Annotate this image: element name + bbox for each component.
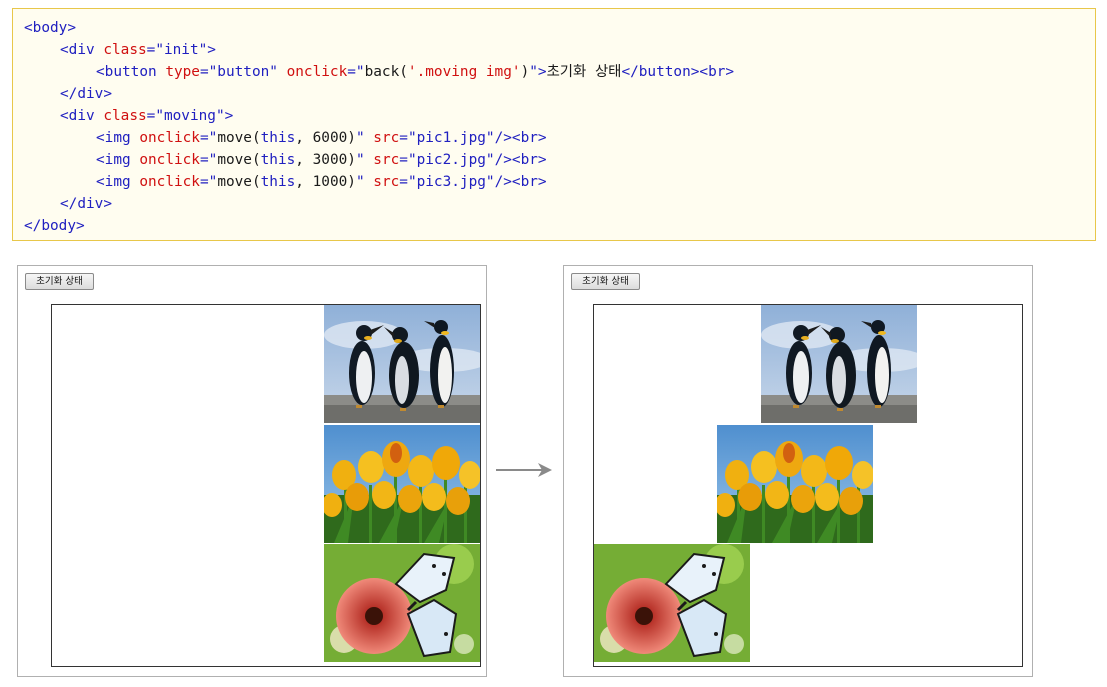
code-token: ">: [215, 108, 234, 124]
code-token: =": [146, 108, 164, 124]
code-token: =": [146, 42, 164, 58]
code-token: onclick: [286, 64, 348, 80]
code-token: <div: [60, 108, 104, 124]
code-token: </button><br>: [621, 64, 735, 80]
code-token: <div: [60, 42, 104, 58]
code-token: this: [260, 152, 296, 168]
browser-before: 초기화 상태: [17, 265, 487, 677]
code-line: <img onclick="move(this, 3000)" src="pic…: [96, 149, 547, 171]
code-line: </div>: [60, 193, 112, 215]
code-token: '.moving img': [407, 64, 521, 80]
code-token: move(: [217, 152, 261, 168]
code-token: "/><br>: [485, 174, 547, 190]
code-token: class: [103, 108, 147, 124]
code-token: back(: [364, 64, 408, 80]
right-arrow-icon: [496, 463, 552, 477]
code-line: <img onclick="move(this, 1000)" src="pic…: [96, 171, 547, 193]
code-token: =": [199, 152, 218, 168]
code-token: pic2.jpg: [416, 152, 486, 168]
code-token: =": [399, 130, 417, 146]
code-token: onclick: [139, 174, 200, 190]
code-token: "/><br>: [485, 152, 547, 168]
tulips-image[interactable]: [324, 425, 480, 543]
butterfly-image[interactable]: [594, 544, 750, 662]
butterfly-image[interactable]: [324, 544, 480, 662]
code-token: button: [217, 64, 270, 80]
code-line: <div class="moving">: [60, 105, 233, 127]
browser-after: 초기화 상태: [563, 265, 1033, 677]
code-token: this: [260, 174, 296, 190]
code-token: move(: [217, 130, 261, 146]
code-token: =": [399, 152, 417, 168]
code-token: src: [373, 174, 400, 190]
code-token: <body>: [24, 20, 76, 36]
code-token: =": [199, 64, 218, 80]
code-token: ">: [529, 64, 547, 80]
code-token: =": [199, 130, 218, 146]
code-token: , 1000): [295, 174, 356, 190]
code-token: class: [103, 42, 147, 58]
code-line: <body>: [24, 17, 76, 39]
code-token: 초기화 상태: [546, 64, 622, 80]
code-token: ": [355, 130, 374, 146]
code-token: moving: [163, 108, 216, 124]
code-listing: <body> <div class="init"> <button type="bu…: [12, 8, 1096, 241]
code-token: <button: [96, 64, 166, 80]
code-token: <img: [96, 174, 140, 190]
init-button[interactable]: 초기화 상태: [571, 273, 640, 290]
code-token: =": [199, 174, 218, 190]
code-token: </div>: [60, 196, 112, 212]
code-token: "/><br>: [485, 130, 547, 146]
code-token: ): [520, 64, 530, 80]
init-button[interactable]: 초기화 상태: [25, 273, 94, 290]
code-token: <img: [96, 130, 140, 146]
penguins-image[interactable]: [324, 305, 480, 423]
code-token: </body>: [24, 218, 85, 234]
code-token: , 6000): [295, 130, 356, 146]
code-token: =": [399, 174, 417, 190]
moving-container: [51, 304, 481, 667]
code-token: </div>: [60, 86, 112, 102]
code-token: onclick: [139, 130, 200, 146]
code-token: pic3.jpg: [416, 174, 486, 190]
code-token: pic1.jpg: [416, 130, 486, 146]
code-token: , 3000): [295, 152, 356, 168]
code-token: move(: [217, 174, 261, 190]
code-token: ": [355, 152, 374, 168]
code-token: type: [165, 64, 200, 80]
code-token: ": [269, 64, 287, 80]
code-token: init: [163, 42, 199, 58]
moving-container: [593, 304, 1023, 667]
code-token: ": [355, 174, 374, 190]
code-line: </div>: [60, 83, 112, 105]
code-token: =": [347, 64, 365, 80]
penguins-image[interactable]: [761, 305, 917, 423]
tulips-image[interactable]: [717, 425, 873, 543]
code-token: src: [373, 130, 400, 146]
code-token: onclick: [139, 152, 200, 168]
code-line: <button type="button" onclick="back('.mo…: [96, 61, 734, 83]
code-line: <div class="init">: [60, 39, 216, 61]
code-token: src: [373, 152, 400, 168]
code-line: </body>: [24, 215, 85, 237]
code-token: <img: [96, 152, 140, 168]
code-token: ">: [198, 42, 216, 58]
code-line: <img onclick="move(this, 6000)" src="pic…: [96, 127, 547, 149]
code-token: this: [260, 130, 296, 146]
